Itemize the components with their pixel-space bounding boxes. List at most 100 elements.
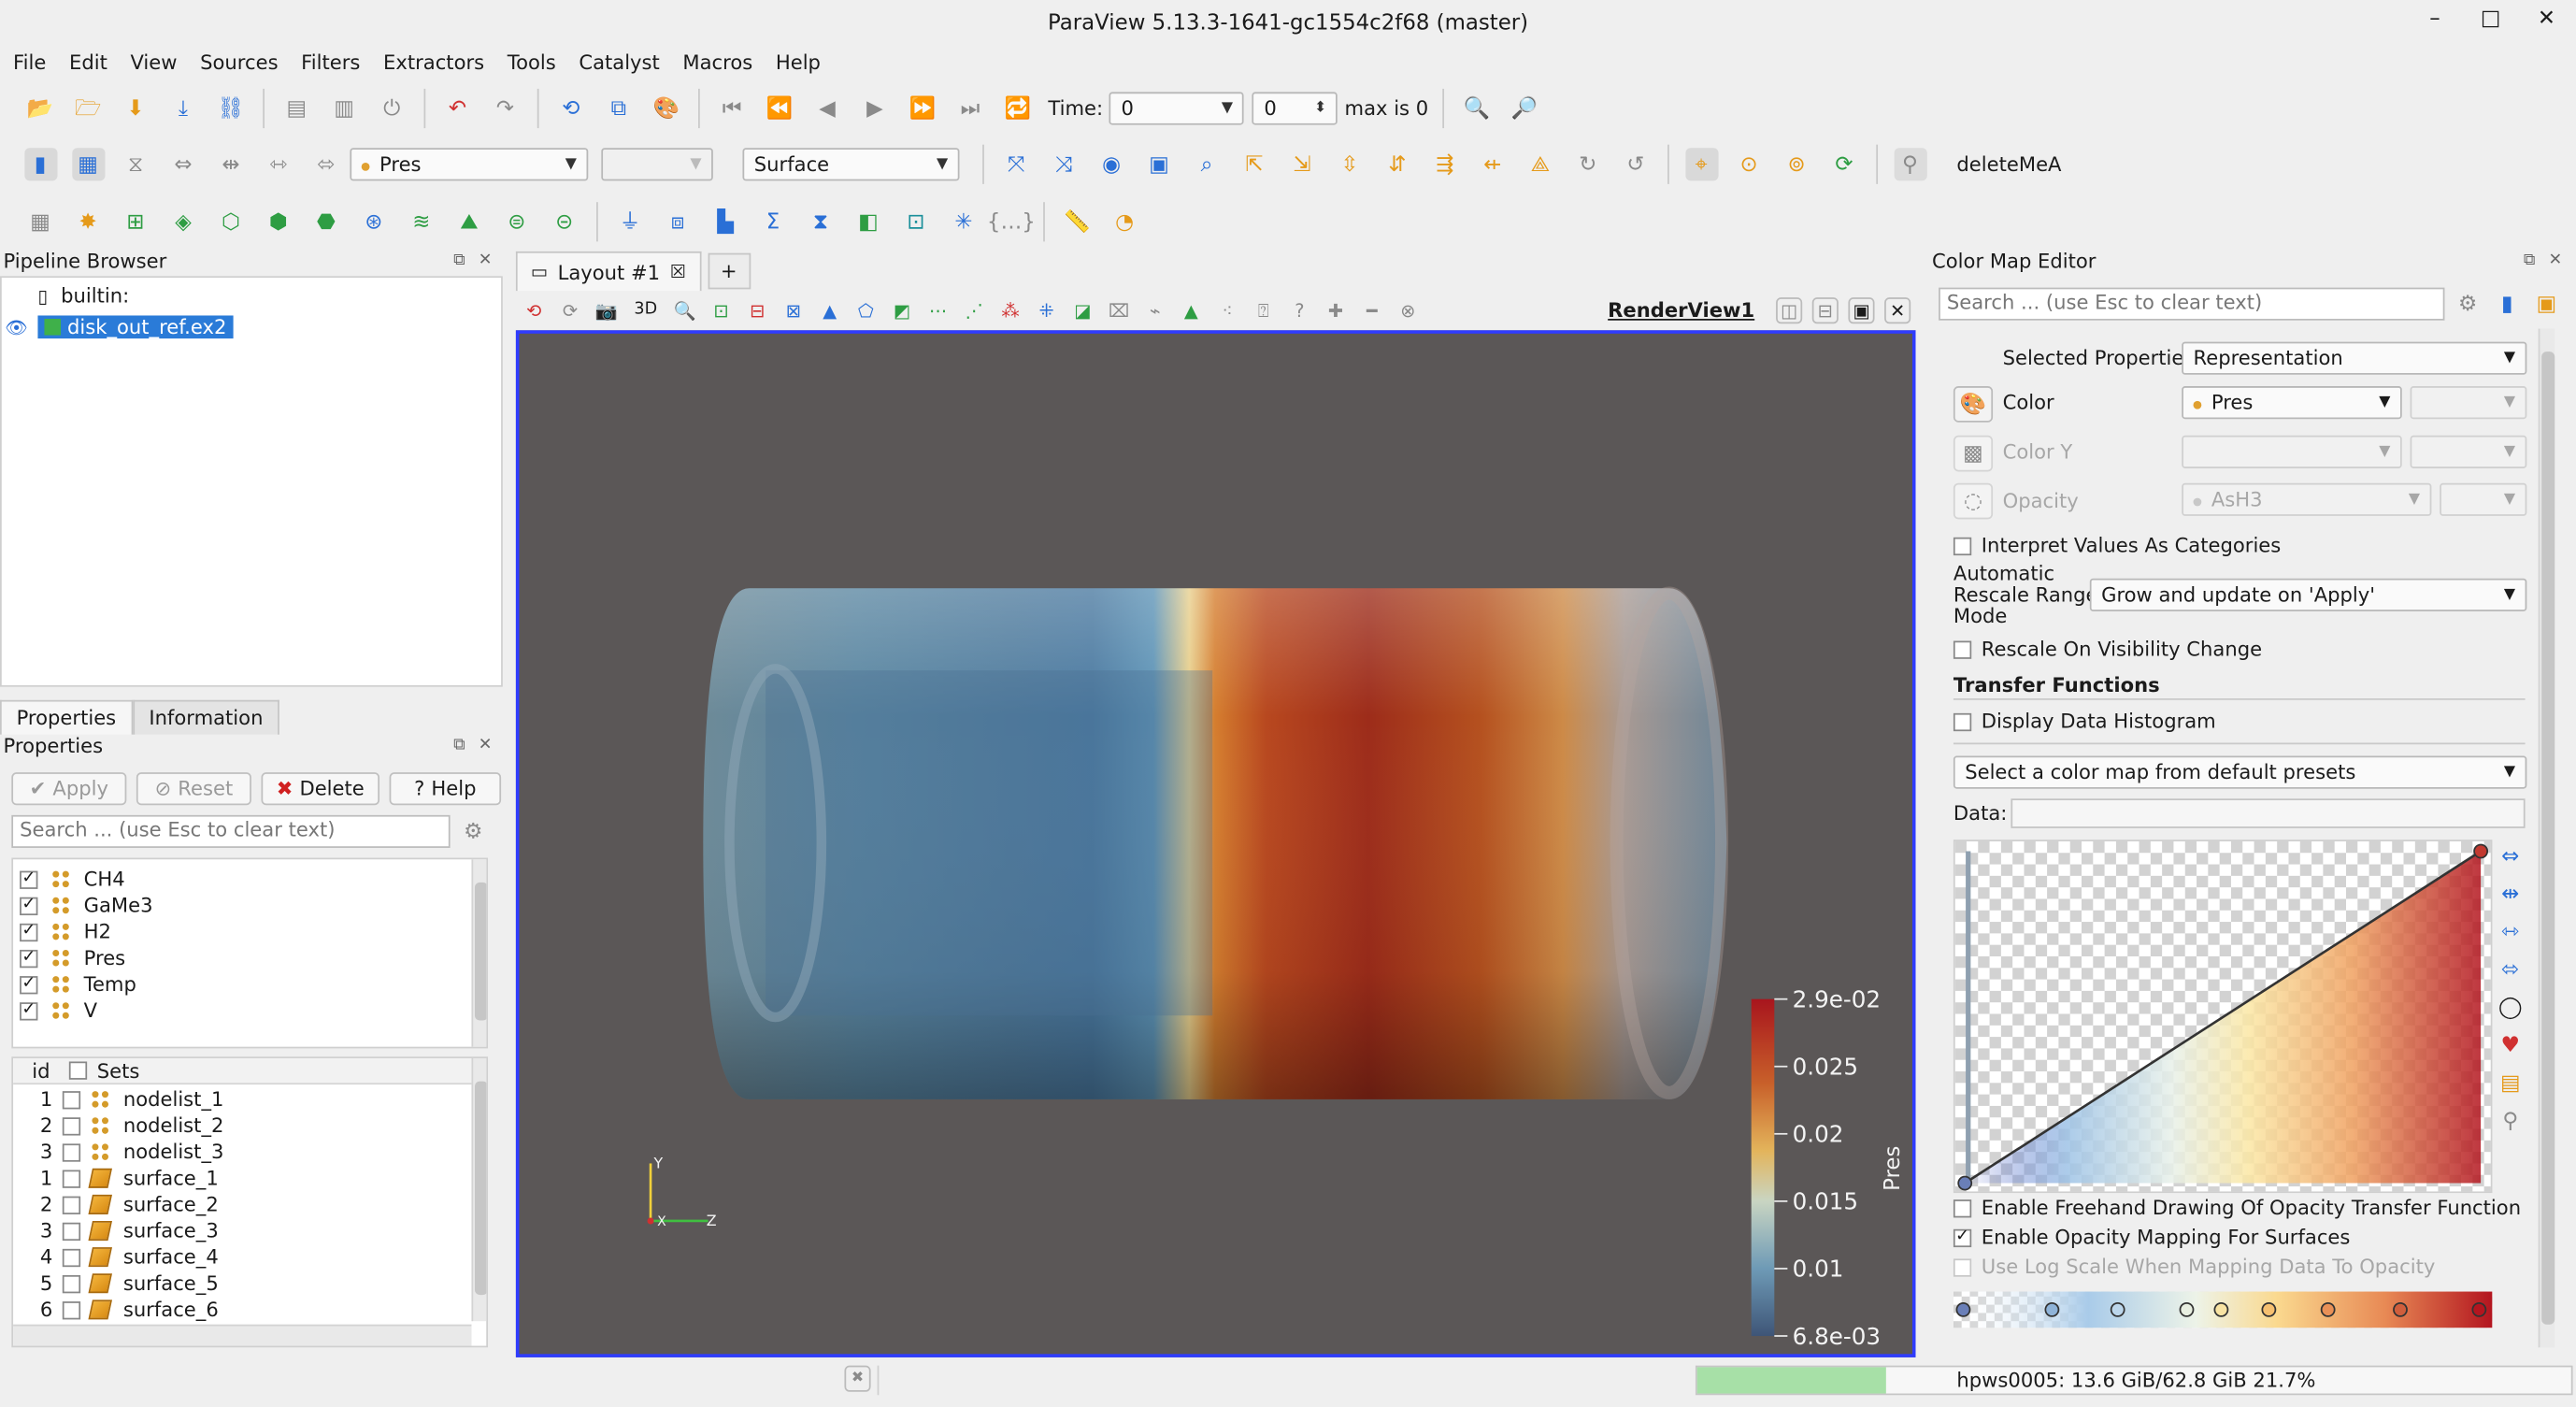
set-row[interactable]: 3 nodelist_3 xyxy=(13,1139,224,1165)
zoom-data-icon[interactable]: 🔍 xyxy=(1460,92,1493,124)
last-frame-icon[interactable]: ⏭ xyxy=(953,92,986,124)
rescale-range-icon[interactable]: ⇔ xyxy=(2494,840,2526,872)
clear-status-icon[interactable]: ✖ xyxy=(844,1365,871,1392)
color-array-select[interactable]: Pres ▼ xyxy=(2182,386,2402,420)
undo-icon[interactable]: ↶ xyxy=(441,92,474,124)
extract-block-icon[interactable]: ⊝ xyxy=(548,206,580,238)
next-frame-icon[interactable]: ⏩ xyxy=(906,92,938,124)
set-checkbox[interactable] xyxy=(62,1300,81,1319)
server-connect-icon[interactable]: ▤ xyxy=(280,92,313,124)
stop-icon[interactable]: ⊗ xyxy=(1395,297,1421,323)
select-up-icon[interactable]: ▲ xyxy=(1178,297,1204,323)
set-row[interactable]: 3 surface_3 xyxy=(13,1217,219,1243)
menu-filters[interactable]: Filters xyxy=(294,48,366,80)
opacity-component-select[interactable]: ▼ xyxy=(2440,482,2527,516)
color-node[interactable] xyxy=(2044,1301,2060,1317)
help-button[interactable]: ? Help xyxy=(389,772,502,806)
representation-select[interactable]: Surface ▼ xyxy=(742,148,960,181)
clip-icon[interactable]: ⊞ xyxy=(119,206,151,238)
save-state-icon[interactable]: ⤓ xyxy=(166,92,199,124)
opacity-array-select[interactable]: AsH3 ▼ xyxy=(2182,482,2432,516)
view-plus-x-icon[interactable]: ⇱ xyxy=(1238,148,1270,180)
glyph-icon[interactable]: ⬣ xyxy=(309,206,342,238)
zoom-closest-icon[interactable]: 🔎 xyxy=(1508,92,1540,124)
log-scale-row[interactable]: Use Log Scale When Mapping Data To Opaci… xyxy=(1953,1256,2435,1278)
variables-scrollbar[interactable] xyxy=(471,859,487,1047)
render-view[interactable]: Y X Z 2.9e-02 0.025 0.02 0.015 0.01 6.8e-03 P… xyxy=(515,330,1916,1357)
rescale-temporal-icon[interactable]: ⇿ xyxy=(2494,915,2526,948)
loop-icon[interactable]: 🔁 xyxy=(1001,92,1034,124)
minimize-button[interactable]: – xyxy=(2422,7,2448,31)
component-select[interactable]: ▼ xyxy=(601,148,713,181)
previous-frame-icon[interactable]: ⏪ xyxy=(763,92,795,124)
float-panel-icon[interactable]: ⧉ xyxy=(2524,251,2536,269)
variable-row[interactable]: ✓ GaMe3 xyxy=(20,892,153,918)
grow-selection-icon[interactable]: ⁂ xyxy=(997,297,1023,323)
set-checkbox[interactable] xyxy=(62,1116,81,1135)
opacity-node-min[interactable] xyxy=(1957,1175,1973,1191)
color-by-select[interactable]: Pres ▼ xyxy=(350,148,589,181)
color-palette-icon[interactable]: 🎨 xyxy=(1953,386,1994,423)
variable-checkbox[interactable]: ✓ xyxy=(20,869,38,889)
delete-button[interactable]: ✖ Delete xyxy=(261,772,380,806)
reverse-play-icon[interactable]: ◀ xyxy=(810,92,843,124)
invert-icon[interactable]: ◯ xyxy=(2494,991,2526,1024)
tab-layout-1[interactable]: ▭ Layout #1 ☒ xyxy=(515,251,701,292)
warp-vector-icon[interactable]: ≋ xyxy=(405,206,437,238)
rescale-custom-icon[interactable]: ⇹ xyxy=(214,148,247,180)
split-horizontal-icon[interactable]: ◫ xyxy=(1776,297,1803,324)
interpret-categories-checkbox[interactable] xyxy=(1953,536,1972,555)
choose-preset-icon[interactable]: ♥ xyxy=(2494,1028,2526,1061)
generate-ids-icon[interactable]: ✳ xyxy=(947,206,980,238)
sets-scrollbar[interactable] xyxy=(471,1057,487,1322)
display-histogram-row[interactable]: Display Data Histogram xyxy=(1953,710,2216,733)
color-node[interactable] xyxy=(2320,1301,2336,1317)
menu-macros[interactable]: Macros xyxy=(676,48,759,80)
set-checkbox[interactable] xyxy=(62,1169,81,1187)
slice-icon[interactable]: ◈ xyxy=(166,206,199,238)
render-view-name[interactable]: RenderView1 xyxy=(1608,299,1754,323)
select-cells-icon[interactable]: ⊡ xyxy=(708,297,735,323)
rotate-cw-icon[interactable]: ↻ xyxy=(1571,148,1604,180)
color-function-editor[interactable] xyxy=(1953,1288,2493,1331)
first-frame-icon[interactable]: ⏮ xyxy=(715,92,748,124)
set-row[interactable]: 6 surface_6 xyxy=(13,1297,219,1323)
set-row[interactable]: 1 nodelist_1 xyxy=(13,1086,224,1113)
color-node[interactable] xyxy=(2179,1301,2195,1317)
contour-icon[interactable]: ✸ xyxy=(71,206,104,238)
play-icon[interactable]: ▶ xyxy=(858,92,891,124)
view-plus-z-icon[interactable]: ⇶ xyxy=(1428,148,1461,180)
opacity-mapping-checkbox[interactable]: ✓ xyxy=(1953,1228,1972,1247)
set-row[interactable]: 2 surface_2 xyxy=(13,1191,219,1217)
color-y-select[interactable]: ▼ xyxy=(2182,435,2402,468)
set-row[interactable]: 4 surface_4 xyxy=(13,1244,219,1271)
select-frustum-icon[interactable]: ⊠ xyxy=(780,297,807,323)
reset-camera-icon[interactable]: ⤧ xyxy=(1000,148,1033,180)
extract-subset-icon[interactable]: ⬢ xyxy=(262,206,294,238)
variable-row[interactable]: ✓ Temp xyxy=(20,971,136,998)
variable-row[interactable]: ✓ V xyxy=(20,998,97,1024)
variable-checkbox[interactable]: ✓ xyxy=(20,1001,38,1020)
pick-center-icon[interactable]: ⟳ xyxy=(1827,148,1860,180)
scroll-thumb[interactable] xyxy=(474,1081,487,1296)
reset-button[interactable]: ⊘ Reset xyxy=(136,772,251,806)
connect-icon[interactable]: ⛓ xyxy=(214,92,247,124)
close-panel-icon[interactable]: ✕ xyxy=(479,736,493,754)
scroll-thumb[interactable] xyxy=(2541,352,2555,1325)
select-points-icon[interactable]: ⊟ xyxy=(744,297,770,323)
color-node[interactable] xyxy=(2393,1301,2408,1317)
sets-hscrollbar[interactable] xyxy=(13,1324,472,1346)
reset-session-icon[interactable]: ⟲ xyxy=(521,297,547,323)
menu-view[interactable]: View xyxy=(123,48,183,80)
rescale-visibility-row[interactable]: Rescale On Visibility Change xyxy=(1953,638,2262,661)
menu-extractors[interactable]: Extractors xyxy=(377,48,491,80)
eye-icon[interactable]: 👁 xyxy=(5,316,28,337)
isometric-view-icon[interactable]: ⟁ xyxy=(1524,148,1556,180)
select-all-checkbox[interactable] xyxy=(68,1061,88,1080)
zoom-box-icon[interactable]: ▣ xyxy=(1142,148,1175,180)
menu-edit[interactable]: Edit xyxy=(63,48,114,80)
maximize-view-icon[interactable]: ▣ xyxy=(1848,297,1875,324)
color-y-icon[interactable]: ▩ xyxy=(1953,435,1994,472)
set-row[interactable]: 1 surface_1 xyxy=(13,1165,219,1191)
close-panel-icon[interactable]: ✕ xyxy=(2548,251,2562,269)
